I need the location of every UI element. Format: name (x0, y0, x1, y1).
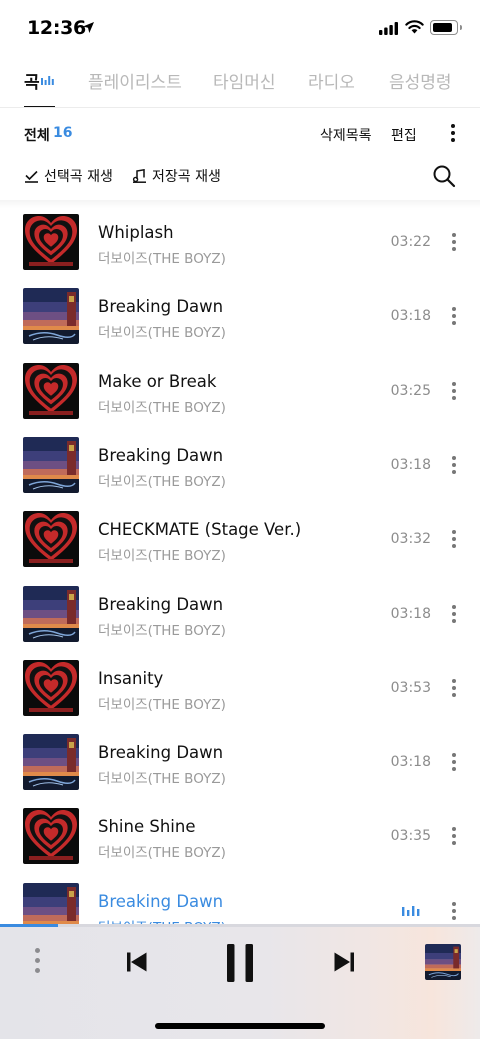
album-art (23, 288, 79, 345)
song-title: Whiplash (98, 223, 174, 242)
play-selected-button[interactable]: 선택곡 재생 (24, 166, 113, 186)
song-artist: 더보이즈(THE BOYZ) (98, 622, 226, 639)
song-title: Make or Break (98, 371, 217, 391)
song-row[interactable]: Insanity 더보이즈(THE BOYZ) 03:53 (0, 651, 480, 725)
song-duration: 03:35 (390, 828, 431, 845)
song-title: Breaking Dawn (98, 297, 224, 317)
wifi-icon (405, 20, 424, 34)
more-vertical-icon[interactable] (450, 124, 456, 144)
search-icon[interactable] (432, 164, 456, 188)
play-selected-label: 선택곡 재생 (44, 169, 113, 185)
song-title: CHECKMATE (Stage Ver.) (98, 520, 302, 540)
song-row[interactable]: Shine Shine 더보이즈(THE BOYZ) 03:35 (0, 799, 480, 873)
more-vertical-icon[interactable] (451, 901, 456, 920)
more-vertical-icon[interactable] (451, 381, 456, 400)
mini-player (0, 927, 480, 1039)
song-artist: 더보이즈(THE BOYZ) (98, 399, 226, 416)
status-time: 12:36 (27, 17, 86, 39)
song-row[interactable]: Breaking Dawn 더보이즈(THE BOYZ) 03:18 (0, 577, 480, 651)
song-artist: 더보이즈(THE BOYZ) (98, 548, 226, 565)
now-playing-album-art[interactable] (425, 944, 461, 980)
play-saved-label: 저장곡 재생 (152, 169, 221, 185)
song-duration: 03:18 (390, 754, 431, 771)
pause-icon[interactable] (226, 944, 254, 982)
more-vertical-icon[interactable] (451, 604, 456, 623)
song-row[interactable]: Breaking Dawn 더보이즈(THE BOYZ) 03:18 (0, 279, 480, 353)
song-title: Shine Shine (98, 817, 196, 837)
more-vertical-icon[interactable] (451, 678, 456, 697)
song-count: 16 (53, 125, 73, 141)
album-art (23, 214, 79, 270)
edit-button[interactable]: 편집 (391, 125, 417, 145)
album-art (23, 436, 79, 493)
album-art (23, 808, 79, 865)
song-list: Whiplash 더보이즈(THE BOYZ) 03:22 Breaking Dawn… (0, 205, 480, 925)
album-art (23, 585, 79, 642)
equalizer-icon (402, 905, 420, 916)
more-vertical-icon[interactable] (451, 307, 456, 326)
more-vertical-icon[interactable] (451, 233, 456, 251)
song-title: Breaking Dawn (98, 594, 224, 614)
drag-handle-icon[interactable] (34, 948, 40, 978)
album-art (23, 511, 79, 568)
battery-icon (430, 20, 462, 35)
song-row[interactable]: CHECKMATE (Stage Ver.) 더보이즈(THE BOYZ) 03:3… (0, 502, 480, 576)
all-label: 전체 (24, 128, 50, 144)
album-art (23, 734, 79, 791)
deleted-list-button[interactable]: 삭제목록 (320, 125, 372, 145)
music-note-icon (132, 168, 146, 183)
check-icon (25, 170, 38, 183)
song-artist: 더보이즈(THE BOYZ) (98, 473, 226, 490)
more-vertical-icon[interactable] (451, 827, 456, 846)
equalizer-icon (41, 76, 54, 85)
song-duration: 03:32 (390, 531, 431, 548)
skip-previous-icon[interactable] (126, 951, 148, 973)
tab-bar: 곡 플레이리스트 타임머신 라디오 음성명령 (0, 58, 480, 108)
song-artist: 더보이즈(THE BOYZ) (98, 845, 226, 862)
song-artist: 더보이즈(THE BOYZ) (98, 325, 226, 342)
cellular-signal-icon (379, 22, 398, 35)
more-vertical-icon[interactable] (451, 753, 456, 772)
song-artist: 더보이즈(THE BOYZ) (98, 771, 226, 788)
play-saved-button[interactable]: 저장곡 재생 (132, 166, 221, 186)
location-arrow-icon (83, 22, 94, 33)
tab-timemachine[interactable]: 타임머신 (213, 68, 276, 93)
song-row[interactable]: Breaking Dawn더보이즈(THE BOYZ) (0, 874, 480, 925)
more-vertical-icon[interactable] (451, 455, 456, 474)
album-art (23, 362, 79, 419)
song-title: Breaking Dawn (98, 891, 224, 911)
skip-next-icon[interactable] (333, 951, 355, 973)
album-art (23, 882, 79, 925)
song-duration: 03:18 (390, 605, 431, 622)
album-art (23, 659, 79, 716)
tab-songs[interactable]: 곡 (24, 68, 40, 93)
song-duration: 03:53 (390, 679, 431, 696)
tab-radio[interactable]: 라디오 (308, 68, 355, 93)
song-duration: 03:18 (390, 456, 431, 473)
song-row[interactable]: Breaking Dawn 더보이즈(THE BOYZ) 03:18 (0, 428, 480, 502)
status-bar: 12:36 (0, 0, 480, 56)
tab-voice-command[interactable]: 음성명령 (389, 68, 452, 93)
song-duration: 03:25 (390, 382, 431, 399)
play-actions: 선택곡 재생 저장곡 재생 (0, 160, 480, 194)
song-artist: 더보이즈(THE BOYZ) (98, 251, 226, 267)
tab-playlist[interactable]: 플레이리스트 (88, 68, 182, 93)
song-row[interactable]: Make or Break 더보이즈(THE BOYZ) 03:25 (0, 354, 480, 428)
song-artist: 더보이즈(THE BOYZ) (98, 696, 226, 713)
song-row[interactable]: Breaking Dawn 더보이즈(THE BOYZ) 03:18 (0, 725, 480, 799)
song-title: Insanity (98, 668, 164, 688)
home-indicator (155, 1023, 325, 1029)
song-title: Breaking Dawn (98, 743, 224, 763)
tab-active-indicator (24, 106, 55, 107)
song-duration: 03:22 (390, 234, 431, 250)
song-row[interactable]: Whiplash 더보이즈(THE BOYZ) 03:22 (0, 205, 480, 279)
song-title: Breaking Dawn (98, 445, 224, 465)
song-duration: 03:18 (390, 308, 431, 325)
list-header: 전체 16 삭제목록 편집 (0, 118, 480, 152)
more-vertical-icon[interactable] (451, 530, 456, 549)
